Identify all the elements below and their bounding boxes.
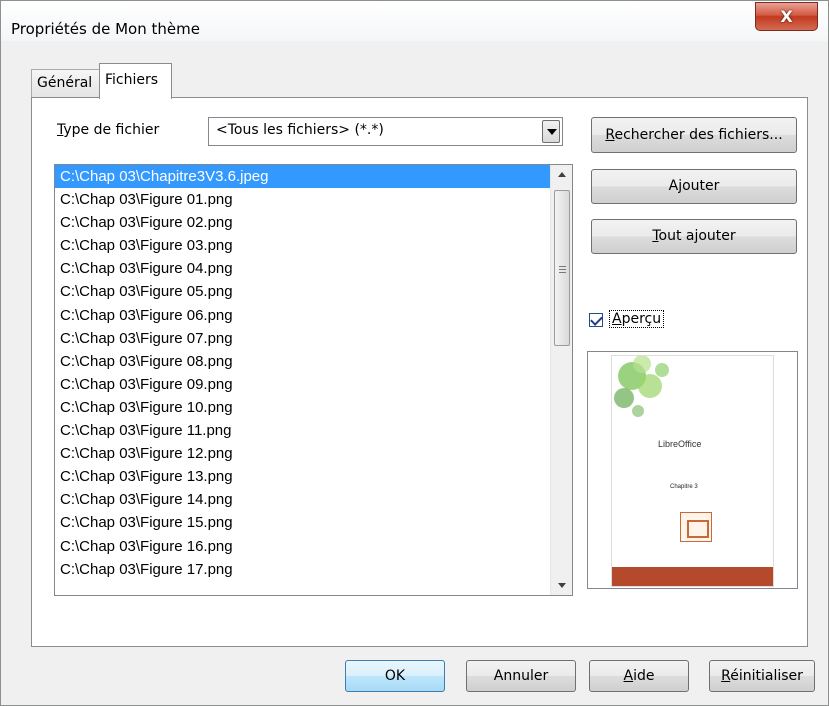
file-list-item[interactable]: C:\Chap 03\Figure 15.png — [55, 511, 550, 534]
file-list-item[interactable]: C:\Chap 03\Figure 07.png — [55, 327, 550, 350]
preview-accesskey: A — [612, 311, 622, 327]
scroll-up-arrow-icon[interactable] — [551, 165, 572, 185]
vertical-scrollbar[interactable] — [550, 165, 572, 595]
ok-button[interactable]: OK — [345, 660, 445, 692]
preview-checkbox[interactable] — [589, 313, 603, 327]
leaf-decoration-icon — [614, 356, 669, 417]
reset-button[interactable]: Réinitialiser — [709, 660, 815, 692]
tab-general[interactable]: Général — [31, 69, 101, 97]
file-list-item[interactable]: C:\Chap 03\Figure 10.png — [55, 396, 550, 419]
filetype-label: Type de fichier — [57, 122, 159, 138]
preview-pane: LibreOffice Chapitre 3 — [587, 351, 798, 589]
preview-thumbnail: LibreOffice Chapitre 3 — [611, 355, 774, 587]
file-list-item[interactable]: C:\Chap 03\Figure 03.png — [55, 234, 550, 257]
file-list-item[interactable]: C:\Chap 03\Figure 17.png — [55, 558, 550, 581]
filetype-select[interactable]: <Tous les fichiers> (*.*) — [208, 117, 563, 146]
add-label-start: A — [668, 178, 679, 194]
search-files-label: echercher des fichiers... — [614, 127, 783, 143]
file-list-item[interactable]: C:\Chap 03\Figure 12.png — [55, 442, 550, 465]
thumbnail-footer-band — [612, 567, 773, 586]
grip-icon — [559, 266, 566, 273]
tab-files[interactable]: Fichiers — [99, 63, 172, 99]
title-bar: Propriétés de Mon thème X — [1, 1, 828, 41]
search-files-button[interactable]: Rechercher des fichiers... — [591, 117, 797, 153]
file-list-item[interactable]: C:\Chap 03\Figure 02.png — [55, 211, 550, 234]
preview-label-text: perçu — [621, 311, 662, 327]
file-list[interactable]: C:\Chap 03\Chapitre3V3.6.jpeg C:\Chap 03\… — [54, 164, 573, 596]
file-list-item[interactable]: C:\Chap 03\Figure 06.png — [55, 304, 550, 327]
add-all-button[interactable]: Tout ajouter — [591, 219, 797, 254]
file-list-item[interactable]: C:\Chap 03\Figure 04.png — [55, 257, 550, 280]
file-list-item[interactable]: C:\Chap 03\Figure 14.png — [55, 488, 550, 511]
help-accesskey: A — [623, 668, 634, 684]
window-title: Propriétés de Mon thème — [11, 20, 200, 38]
properties-dialog: Propriétés de Mon thème X Général Fichie… — [0, 0, 829, 706]
presentation-icon — [680, 512, 712, 542]
file-list-item[interactable]: C:\Chap 03\Figure 01.png — [55, 188, 550, 211]
thumbnail-logo-text: LibreOffice — [658, 439, 702, 449]
add-button[interactable]: Ajouter — [591, 169, 797, 204]
filetype-select-value: <Tous les fichiers> (*.*) — [216, 122, 384, 138]
filetype-label-text: ype de fichier — [63, 122, 160, 138]
file-list-item[interactable]: C:\Chap 03\Figure 13.png — [55, 465, 550, 488]
scroll-down-arrow-icon[interactable] — [551, 575, 572, 595]
file-list-item[interactable]: C:\Chap 03\Figure 05.png — [55, 280, 550, 303]
file-list-item[interactable]: C:\Chap 03\Chapitre3V3.6.jpeg — [55, 165, 550, 189]
chevron-down-icon[interactable] — [542, 120, 560, 143]
close-button[interactable]: X — [755, 2, 818, 31]
add-label-end: outer — [682, 178, 720, 194]
file-list-item[interactable]: C:\Chap 03\Figure 09.png — [55, 373, 550, 396]
help-button[interactable]: Aide — [589, 660, 689, 692]
reset-label: éinitialiser — [730, 668, 803, 684]
preview-checkbox-label[interactable]: Aperçu — [608, 310, 665, 328]
scroll-thumb[interactable] — [554, 190, 570, 346]
cancel-button[interactable]: Annuler — [466, 660, 576, 692]
help-label: ide — [633, 668, 655, 684]
file-list-item[interactable]: C:\Chap 03\Figure 16.png — [55, 535, 550, 558]
file-list-item[interactable]: C:\Chap 03\Figure 08.png — [55, 350, 550, 373]
reset-accesskey: R — [721, 668, 731, 684]
file-list-item[interactable]: C:\Chap 03\Figure 11.png — [55, 419, 550, 442]
thumbnail-chapter-text: Chapitre 3 — [670, 484, 698, 490]
file-list-items: C:\Chap 03\Chapitre3V3.6.jpeg C:\Chap 03\… — [55, 165, 550, 581]
add-all-label: out ajouter — [658, 228, 736, 244]
